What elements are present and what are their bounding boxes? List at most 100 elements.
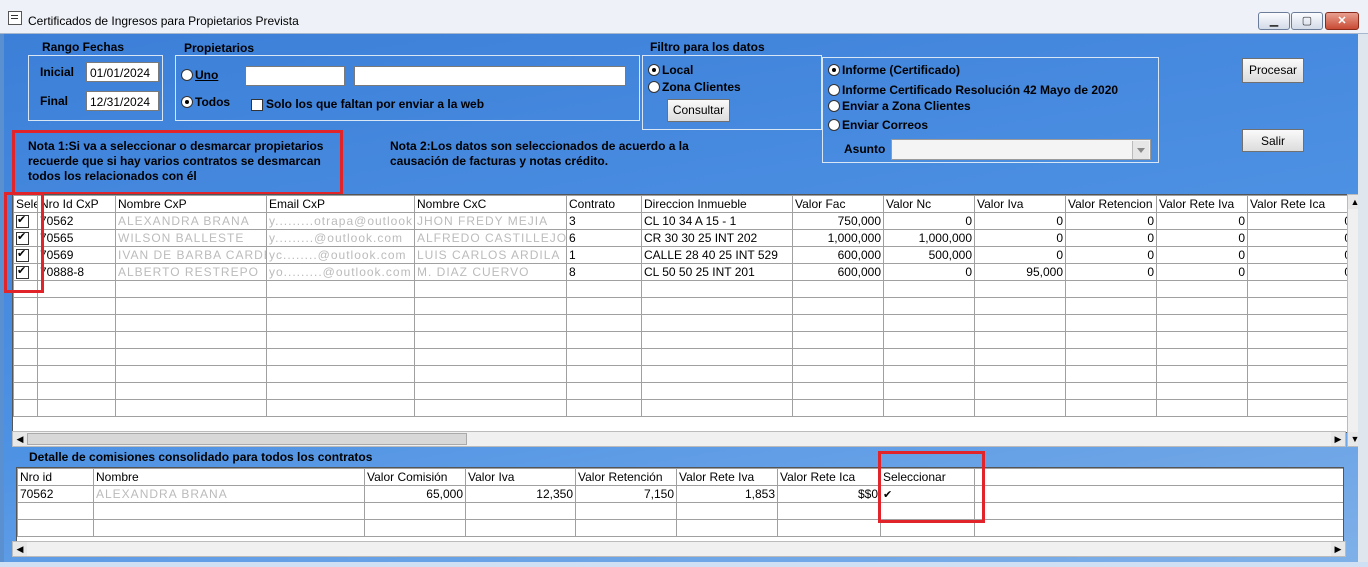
col-nombre-cxp[interactable]: Nombre CxP (115, 195, 267, 213)
col-email-cxp[interactable]: Email CxP (266, 195, 415, 213)
grid1-id[interactable]: 70888-8 (37, 263, 116, 281)
grid2-reteiva[interactable]: 1,853 (676, 485, 778, 503)
grid1-contrato[interactable]: 6 (566, 229, 642, 247)
uno-radio[interactable] (181, 69, 193, 81)
grid1-direccion[interactable]: CR 30 30 25 INT 202 (641, 229, 793, 247)
grid1-iva[interactable]: 0 (974, 212, 1066, 230)
grid1-cxc[interactable]: ALFREDO CASTILLEJO (414, 229, 567, 247)
col-valor-fac[interactable]: Valor Fac (792, 195, 884, 213)
grid1-fac[interactable]: 600,000 (792, 246, 884, 264)
chevron-down-icon[interactable] (1132, 141, 1149, 159)
grid2-id[interactable]: 70562 (17, 485, 94, 503)
grid1-nombre[interactable]: ALEXANDRA BRANA (115, 212, 267, 230)
col-valor-rete-iva[interactable]: Valor Rete Iva (1156, 195, 1248, 213)
grid1-id[interactable]: 70562 (37, 212, 116, 230)
minimize-button[interactable]: ▁ (1258, 12, 1290, 30)
col-valor-iva[interactable]: Valor Iva (974, 195, 1066, 213)
grid1-iva[interactable]: 95,000 (974, 263, 1066, 281)
col-contrato[interactable]: Contrato (566, 195, 642, 213)
grid1-reteica[interactable]: 0 (1247, 246, 1347, 264)
todos-radio[interactable] (181, 96, 193, 108)
col2-valor-rete-ica[interactable]: Valor Rete Ica (777, 468, 881, 486)
grid1-direccion[interactable]: CL 10 34 A 15 - 1 (641, 212, 793, 230)
consultar-button[interactable]: Consultar (667, 99, 730, 122)
grid1-reteica[interactable]: 0 (1247, 263, 1347, 281)
salir-button[interactable]: Salir (1242, 129, 1304, 152)
grid1-id[interactable]: 70569 (37, 246, 116, 264)
grid1-id[interactable]: 70565 (37, 229, 116, 247)
col-valor-nc[interactable]: Valor Nc (883, 195, 975, 213)
grid1-fac[interactable]: 750,000 (792, 212, 884, 230)
grid1-reteiva[interactable]: 0 (1156, 212, 1248, 230)
grid1-email[interactable]: y.........otrapa@outlook.com (266, 212, 415, 230)
col-direccion[interactable]: Direccion Inmueble (641, 195, 793, 213)
col2-valor-comision[interactable]: Valor Comisión (364, 468, 466, 486)
scroll-left-icon[interactable]: ◀ (13, 432, 27, 446)
table-row[interactable]: 70562ALEXANDRA BRANAy.........otrapa@out… (13, 212, 1347, 230)
solo-faltan-checkbox[interactable] (251, 99, 263, 111)
grid1-email[interactable]: y.........@outlook.com (266, 229, 415, 247)
grid2-hscrollbar[interactable]: ◀ ▶ (12, 541, 1346, 557)
procesar-button[interactable]: Procesar (1242, 58, 1304, 83)
grid1-nombre[interactable]: IVAN DE BARBA CARDENAS (115, 246, 267, 264)
grid1-contrato[interactable]: 3 (566, 212, 642, 230)
grid1-nc[interactable]: 0 (883, 263, 975, 281)
propietario-codigo-input[interactable] (245, 66, 345, 86)
grid1-nombre[interactable]: ALBERTO RESTREPO (115, 263, 267, 281)
grid1-iva[interactable]: 0 (974, 246, 1066, 264)
asunto-select[interactable] (891, 139, 1151, 160)
grid2-iva[interactable]: 12,350 (465, 485, 576, 503)
maximize-button[interactable]: ▢ (1291, 12, 1323, 30)
grid2-comision[interactable]: 65,000 (364, 485, 466, 503)
grid1-nombre[interactable]: WILSON BALLESTE (115, 229, 267, 247)
fecha-final-input[interactable]: 12/31/2024 (86, 91, 159, 111)
col2-valor-iva[interactable]: Valor Iva (465, 468, 576, 486)
grid1-ret[interactable]: 0 (1065, 229, 1157, 247)
grid1-direccion[interactable]: CALLE 28 40 25 INT 529 (641, 246, 793, 264)
scroll-left-icon[interactable]: ◀ (13, 542, 27, 556)
close-button[interactable]: ✕ (1325, 12, 1359, 30)
grid2-reteica[interactable]: $$0 (777, 485, 881, 503)
grid2-nombre[interactable]: ALEXANDRA BRANA (93, 485, 365, 503)
zona-clientes-radio[interactable] (648, 81, 660, 93)
grid2-ret[interactable]: 7,150 (575, 485, 677, 503)
col-valor-retencion[interactable]: Valor Retencion (1065, 195, 1157, 213)
grid1-contrato[interactable]: 8 (566, 263, 642, 281)
grid1-email[interactable]: yc........@outlook.com (266, 246, 415, 264)
grid1-cxc[interactable]: M. DIAZ CUERVO (414, 263, 567, 281)
informe-resolucion-radio[interactable] (828, 84, 840, 96)
grid1-ret[interactable]: 0 (1065, 263, 1157, 281)
grid1-reteiva[interactable]: 0 (1156, 229, 1248, 247)
grid1-scroll-thumb[interactable] (27, 433, 467, 445)
col2-valor-rete-iva[interactable]: Valor Rete Iva (676, 468, 778, 486)
grid1-contrato[interactable]: 1 (566, 246, 642, 264)
enviar-correos-radio[interactable] (828, 119, 840, 131)
grid1-fac[interactable]: 600,000 (792, 263, 884, 281)
col2-valor-retencion[interactable]: Valor Retención (575, 468, 677, 486)
grid1-cxc[interactable]: JHON FREDY MEJIA (414, 212, 567, 230)
grid1-nc[interactable]: 0 (883, 212, 975, 230)
informe-radio[interactable] (828, 64, 840, 76)
grid1-cxc[interactable]: LUIS CARLOS ARDILA (414, 246, 567, 264)
enviar-zona-radio[interactable] (828, 100, 840, 112)
grid1-iva[interactable]: 0 (974, 229, 1066, 247)
table-row[interactable]: 70565WILSON BALLESTEy.........@outlook.c… (13, 229, 1347, 247)
table-row[interactable]: 70888-8ALBERTO RESTREPOyo.........@outlo… (13, 263, 1347, 281)
table-row[interactable]: 70569IVAN DE BARBA CARDENASyc........@ou… (13, 246, 1347, 264)
grid1-ret[interactable]: 0 (1065, 212, 1157, 230)
scroll-right-icon[interactable]: ▶ (1331, 432, 1345, 446)
scroll-right-icon[interactable]: ▶ (1331, 542, 1345, 556)
grid1-reteica[interactable]: 0 (1247, 212, 1347, 230)
propietarios-grid[interactable]: Sele Nro Id CxP Nombre CxP Email CxP Nom… (12, 194, 1348, 433)
comisiones-grid[interactable]: Nro id Nombre Valor Comisión Valor Iva V… (16, 467, 1344, 544)
col2-nro-id[interactable]: Nro id (17, 468, 94, 486)
table-row[interactable]: 70562 ALEXANDRA BRANA 65,000 12,350 7,150 1,8… (17, 485, 1343, 503)
grid1-nc[interactable]: 1,000,000 (883, 229, 975, 247)
col-nro-id[interactable]: Nro Id CxP (37, 195, 116, 213)
grid1-email[interactable]: yo.........@outlook.com (266, 263, 415, 281)
col-valor-rete-ica[interactable]: Valor Rete Ica (1247, 195, 1347, 213)
col2-nombre[interactable]: Nombre (93, 468, 365, 486)
grid1-ret[interactable]: 0 (1065, 246, 1157, 264)
grid1-reteiva[interactable]: 0 (1156, 246, 1248, 264)
col-nombre-cxc[interactable]: Nombre CxC (414, 195, 567, 213)
